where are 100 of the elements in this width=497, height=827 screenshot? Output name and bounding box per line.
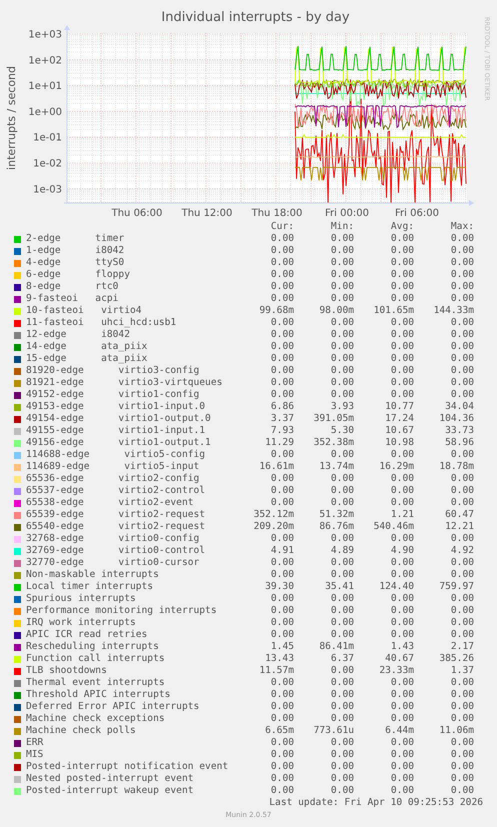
- legend-label: 81920-edge virtio3-config: [25, 365, 200, 377]
- legend-label: 10-fasteoi virtio4: [25, 305, 143, 317]
- avg-value: 0.00: [390, 365, 414, 377]
- max-value: 0.00: [450, 773, 474, 785]
- max-value: 2.17: [450, 641, 474, 653]
- max-value: 0.00: [450, 617, 474, 629]
- avg-value: 0.00: [390, 473, 414, 485]
- avg-value: 23.33m: [379, 665, 414, 677]
- min-value: 0.00: [330, 569, 354, 581]
- legend-label: 6-edge floppy: [25, 269, 131, 281]
- avg-value: 0.00: [390, 233, 414, 245]
- max-value: 104.36: [439, 413, 474, 425]
- min-value: 3.93: [330, 401, 354, 413]
- legend-label: 49154-edge virtio1-output.0: [25, 413, 212, 425]
- legend-label: 114688-edge virtio5-config: [25, 449, 206, 461]
- legend-label: 65538-edge virtio2-event: [25, 497, 195, 509]
- min-value: 0.00: [330, 389, 354, 401]
- avg-value: 0.00: [390, 689, 414, 701]
- avg-value: 0.00: [390, 593, 414, 605]
- cur-value: 0.00: [270, 677, 294, 689]
- cur-value: 0.00: [270, 557, 294, 569]
- legend-label: 49152-edge virtio1-config: [25, 389, 200, 401]
- cur-value: 0.00: [270, 497, 294, 509]
- max-value: 0.00: [450, 701, 474, 713]
- min-value: 0.00: [330, 533, 354, 545]
- cur-value: 352.12m: [254, 509, 294, 521]
- min-value: 0.00: [330, 761, 354, 773]
- max-value: 0.00: [450, 377, 474, 389]
- column-header: Avg:: [390, 221, 414, 233]
- legend-label: 32770-edge virtio0-cursor: [25, 557, 200, 569]
- min-value: 6.37: [330, 653, 354, 665]
- min-value: 391.05m: [314, 413, 354, 425]
- min-value: 0.00: [330, 353, 354, 365]
- avg-value: 1.43: [390, 641, 414, 653]
- avg-value: 0.00: [390, 701, 414, 713]
- min-value: 0.00: [330, 245, 354, 257]
- x-tick-label: Thu 18:00: [252, 208, 302, 219]
- legend-label: 8-edge rtc0: [25, 281, 120, 293]
- cur-value: 6.65m: [265, 725, 294, 737]
- cur-value: 0.00: [270, 629, 294, 641]
- avg-value: 0.00: [390, 773, 414, 785]
- min-value: 0.00: [330, 629, 354, 641]
- cur-value: 0.00: [270, 785, 294, 797]
- max-value: 144.33m: [434, 305, 474, 317]
- cur-value: 0.00: [270, 701, 294, 713]
- cur-value: 0.00: [270, 233, 294, 245]
- min-value: 0.00: [330, 281, 354, 293]
- cur-value: 0.00: [270, 293, 294, 305]
- avg-value: 0.00: [390, 629, 414, 641]
- cur-value: 0.00: [270, 389, 294, 401]
- avg-value: 0.00: [390, 605, 414, 617]
- min-value: 0.00: [330, 497, 354, 509]
- y-tick-label: 1e-01: [33, 132, 62, 144]
- max-value: 0.00: [450, 281, 474, 293]
- legend-label: MIS: [25, 749, 44, 761]
- avg-value: 0.00: [390, 569, 414, 581]
- max-value: 12.21: [445, 521, 474, 533]
- y-tick-label: 1e+01: [28, 81, 62, 92]
- legend-label: Posted-interrupt wakeup event: [25, 785, 195, 797]
- min-value: 0.00: [330, 329, 354, 341]
- min-value: 13.74m: [319, 461, 354, 473]
- legend-label: 65537-edge virtio2-control: [25, 485, 206, 497]
- avg-value: 124.40: [379, 581, 414, 593]
- legend-label: 1-edge i8042: [25, 245, 126, 257]
- legend-label: 49155-edge virtio1-input.1: [25, 425, 206, 437]
- min-value: 5.30: [330, 425, 354, 437]
- avg-value: 17.24: [385, 413, 414, 425]
- max-value: 0.00: [450, 485, 474, 497]
- legend-label: TLB shootdowns: [25, 665, 108, 677]
- avg-value: 16.29m: [379, 461, 414, 473]
- cur-value: 4.91: [270, 545, 294, 557]
- min-value: 0.00: [330, 677, 354, 689]
- max-value: 0.00: [450, 749, 474, 761]
- min-value: 0.00: [330, 689, 354, 701]
- legend-label: 65539-edge virtio2-request: [25, 509, 206, 521]
- cur-value: 0.00: [270, 689, 294, 701]
- legend-label: Nested posted-interrupt event: [25, 773, 195, 785]
- legend-label: Posted-interrupt notification event: [25, 761, 230, 773]
- min-value: 0.00: [330, 365, 354, 377]
- min-value: 0.00: [330, 485, 354, 497]
- min-value: 0.00: [330, 749, 354, 761]
- cur-value: 0.00: [270, 737, 294, 749]
- avg-value: 0.00: [390, 557, 414, 569]
- max-value: 759.97: [439, 581, 474, 593]
- cur-value: 0.00: [270, 341, 294, 353]
- max-value: 0.00: [450, 593, 474, 605]
- cur-value: 0.00: [270, 365, 294, 377]
- max-value: 11.06m: [439, 725, 474, 737]
- cur-value: 0.00: [270, 257, 294, 269]
- x-tick-label: Fri 06:00: [395, 208, 439, 219]
- avg-value: 0.00: [390, 485, 414, 497]
- x-tick-label: Thu 12:00: [182, 208, 232, 219]
- cur-value: 0.00: [270, 485, 294, 497]
- x-tick-label: Fri 00:00: [325, 208, 369, 219]
- avg-value: 0.00: [390, 281, 414, 293]
- max-value: 34.04: [445, 401, 474, 413]
- avg-value: 0.00: [390, 749, 414, 761]
- avg-value: 0.00: [390, 269, 414, 281]
- y-tick-label: 1e-03: [33, 184, 62, 196]
- cur-value: 11.57m: [259, 665, 294, 677]
